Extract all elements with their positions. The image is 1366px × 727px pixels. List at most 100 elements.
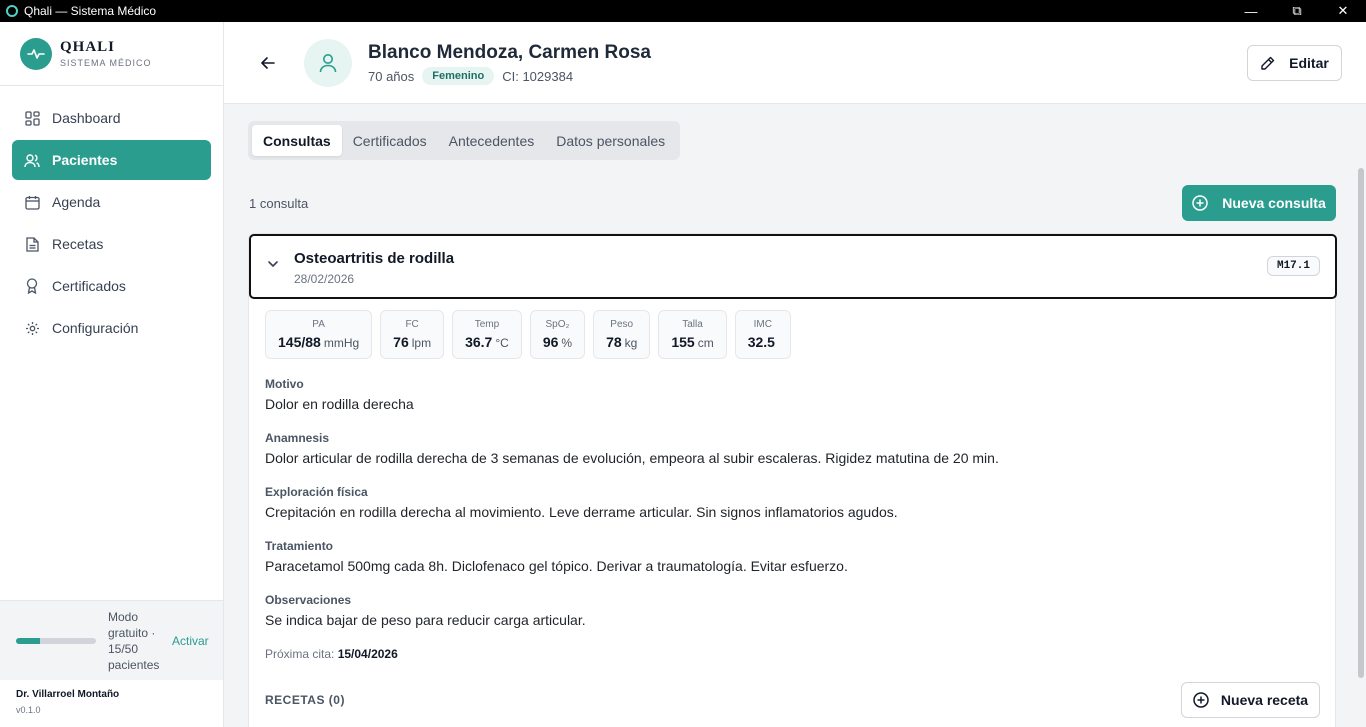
- patient-age: 70 años: [368, 68, 415, 84]
- window-title: Qhali — Sistema Médico: [24, 4, 157, 18]
- app-icon: [6, 5, 18, 17]
- vital-label: IMC: [753, 319, 772, 330]
- section-label: Anamnesis: [265, 431, 330, 445]
- sidebar-item-pacientes[interactable]: Pacientes: [12, 140, 211, 180]
- vital-value: 96%: [542, 334, 573, 350]
- section-text: Dolor en rodilla derecha: [265, 396, 414, 412]
- edit-button-label: Editar: [1289, 55, 1329, 71]
- document-icon: [24, 236, 40, 252]
- consult-date: 28/02/2026: [294, 272, 355, 286]
- new-consult-button[interactable]: Nueva consulta: [1182, 185, 1336, 221]
- vital-label: PA: [312, 319, 325, 330]
- plus-circle-icon: [1192, 195, 1208, 211]
- restore-icon[interactable]: ⧉: [1274, 0, 1320, 22]
- patient-tabs: Consultas Certificados Antecedentes Dato…: [248, 121, 681, 160]
- sidebar-item-configuracion[interactable]: Configuración: [12, 308, 211, 348]
- sidebar-item-label: Configuración: [52, 320, 139, 336]
- next-appointment: Próxima cita: 15/04/2026: [265, 647, 398, 661]
- sidebar-item-label: Agenda: [52, 194, 101, 210]
- vital-label: FC: [405, 319, 419, 330]
- patient-ci: CI: 1029384: [502, 68, 574, 84]
- back-arrow-icon[interactable]: [258, 53, 278, 73]
- consult-card-header[interactable]: Osteoartritis de rodilla 28/02/2026 M17.…: [249, 234, 1337, 299]
- section-tratamiento: Tratamiento Paracetamol 500mg cada 8h. D…: [265, 539, 848, 574]
- new-consult-label: Nueva consulta: [1222, 195, 1326, 211]
- users-icon: [24, 152, 40, 168]
- vital-value: 36.7 °C: [465, 334, 509, 350]
- tab-antecedentes[interactable]: Antecedentes: [438, 125, 546, 156]
- section-label: Exploración física: [265, 485, 368, 499]
- brand-subtitle: SISTEMA MÉDICO: [60, 58, 152, 68]
- vital-spo2: SpO₂ 96%: [529, 310, 586, 359]
- section-anamnesis: Anamnesis Dolor articular de rodilla der…: [265, 431, 999, 466]
- award-icon: [24, 278, 40, 294]
- vital-label: Talla: [682, 319, 703, 330]
- tab-certificados[interactable]: Certificados: [342, 125, 438, 156]
- plan-progress-bar: [16, 637, 96, 644]
- section-label: Tratamiento: [265, 539, 334, 553]
- section-exploracion: Exploración física Crepitación en rodill…: [265, 485, 898, 520]
- patient-header: Blanco Mendoza, Carmen Rosa 70 años Feme…: [224, 22, 1366, 104]
- brand-name: QHALI: [60, 39, 116, 55]
- vital-talla: Talla 155 cm: [658, 310, 727, 359]
- sidebar-nav: Dashboard Pacientes Agenda Recetas Certi…: [0, 86, 223, 362]
- gear-icon: [24, 320, 40, 336]
- plan-progress-fill: [16, 637, 40, 644]
- recetas-heading: RECETAS (0): [265, 693, 345, 707]
- sidebar-item-label: Dashboard: [52, 110, 121, 126]
- vital-value: 32.5: [747, 334, 775, 350]
- pencil-icon: [1260, 56, 1275, 71]
- edit-button[interactable]: Editar: [1247, 45, 1342, 81]
- vital-value: 76 lpm: [393, 334, 432, 350]
- scrollbar[interactable]: [1358, 168, 1364, 678]
- section-label: Observaciones: [265, 593, 352, 607]
- window-titlebar: Qhali — Sistema Médico — ⧉ ✕: [0, 0, 1366, 22]
- vital-label: Temp: [474, 319, 500, 330]
- heartbeat-logo-icon: [20, 37, 52, 70]
- vital-imc: IMC 32.5: [734, 310, 791, 359]
- consult-card: Osteoartritis de rodilla 28/02/2026 M17.…: [248, 233, 1337, 727]
- sidebar-item-label: Recetas: [52, 236, 104, 252]
- section-label: Motivo: [265, 377, 304, 391]
- sex-badge: Femenino: [422, 67, 495, 85]
- patient-name: Blanco Mendoza, Carmen Rosa: [368, 42, 651, 63]
- next-appointment-date: 15/04/2026: [337, 647, 398, 661]
- vital-label: Peso: [610, 319, 634, 330]
- section-text: Se indica bajar de peso para reducir car…: [265, 612, 586, 628]
- vital-value: 78 kg: [606, 334, 638, 350]
- sidebar-item-recetas[interactable]: Recetas: [12, 224, 211, 264]
- avatar: [304, 39, 352, 87]
- sidebar-item-dashboard[interactable]: Dashboard: [12, 98, 211, 138]
- activate-link[interactable]: Activar: [172, 634, 209, 648]
- patient-meta: 70 años Femenino CI: 1029384: [368, 67, 573, 85]
- consult-count: 1 consulta: [249, 196, 309, 211]
- vital-value: 155 cm: [671, 334, 714, 350]
- sidebar-item-certificados[interactable]: Certificados: [12, 266, 211, 306]
- new-recipe-label: Nueva receta: [1220, 692, 1309, 708]
- sidebar-item-label: Pacientes: [52, 152, 118, 168]
- next-appointment-label: Próxima cita:: [265, 647, 335, 661]
- section-text: Crepitación en rodilla derecha al movimi…: [265, 504, 898, 520]
- brand[interactable]: QHALI SISTEMA MÉDICO: [0, 22, 223, 86]
- new-recipe-button[interactable]: Nueva receta: [1181, 682, 1320, 718]
- sidebar: QHALI SISTEMA MÉDICO Dashboard Pacientes…: [0, 22, 224, 727]
- vital-label: SpO₂: [545, 319, 570, 330]
- plan-text: Modo gratuito · 15/50 pacientes: [108, 609, 160, 672]
- chevron-down-icon[interactable]: [267, 260, 279, 268]
- sidebar-item-label: Certificados: [52, 278, 126, 294]
- vitals-row: PA 145/88 mmHg FC 76 lpm Temp 36.7 °C SpO₂ …: [265, 310, 799, 359]
- vital-pa: PA 145/88 mmHg: [265, 310, 373, 359]
- user-box: Dr. Villarroel Montaño v0.1.0: [0, 680, 223, 727]
- plus-circle-icon: [1193, 692, 1209, 708]
- close-icon[interactable]: ✕: [1320, 0, 1366, 22]
- vital-temp: Temp 36.7 °C: [452, 310, 522, 359]
- sidebar-item-agenda[interactable]: Agenda: [12, 182, 211, 222]
- plan-box: Modo gratuito · 15/50 pacientes Activar: [0, 600, 223, 680]
- tab-consultas[interactable]: Consultas: [252, 125, 342, 156]
- calendar-icon: [24, 194, 40, 210]
- vital-value: 145/88 mmHg: [278, 334, 360, 350]
- user-name: Dr. Villarroel Montaño: [16, 689, 120, 700]
- tab-datos-personales[interactable]: Datos personales: [545, 125, 676, 156]
- app-version: v0.1.0: [16, 705, 41, 715]
- minimize-icon[interactable]: —: [1228, 0, 1274, 22]
